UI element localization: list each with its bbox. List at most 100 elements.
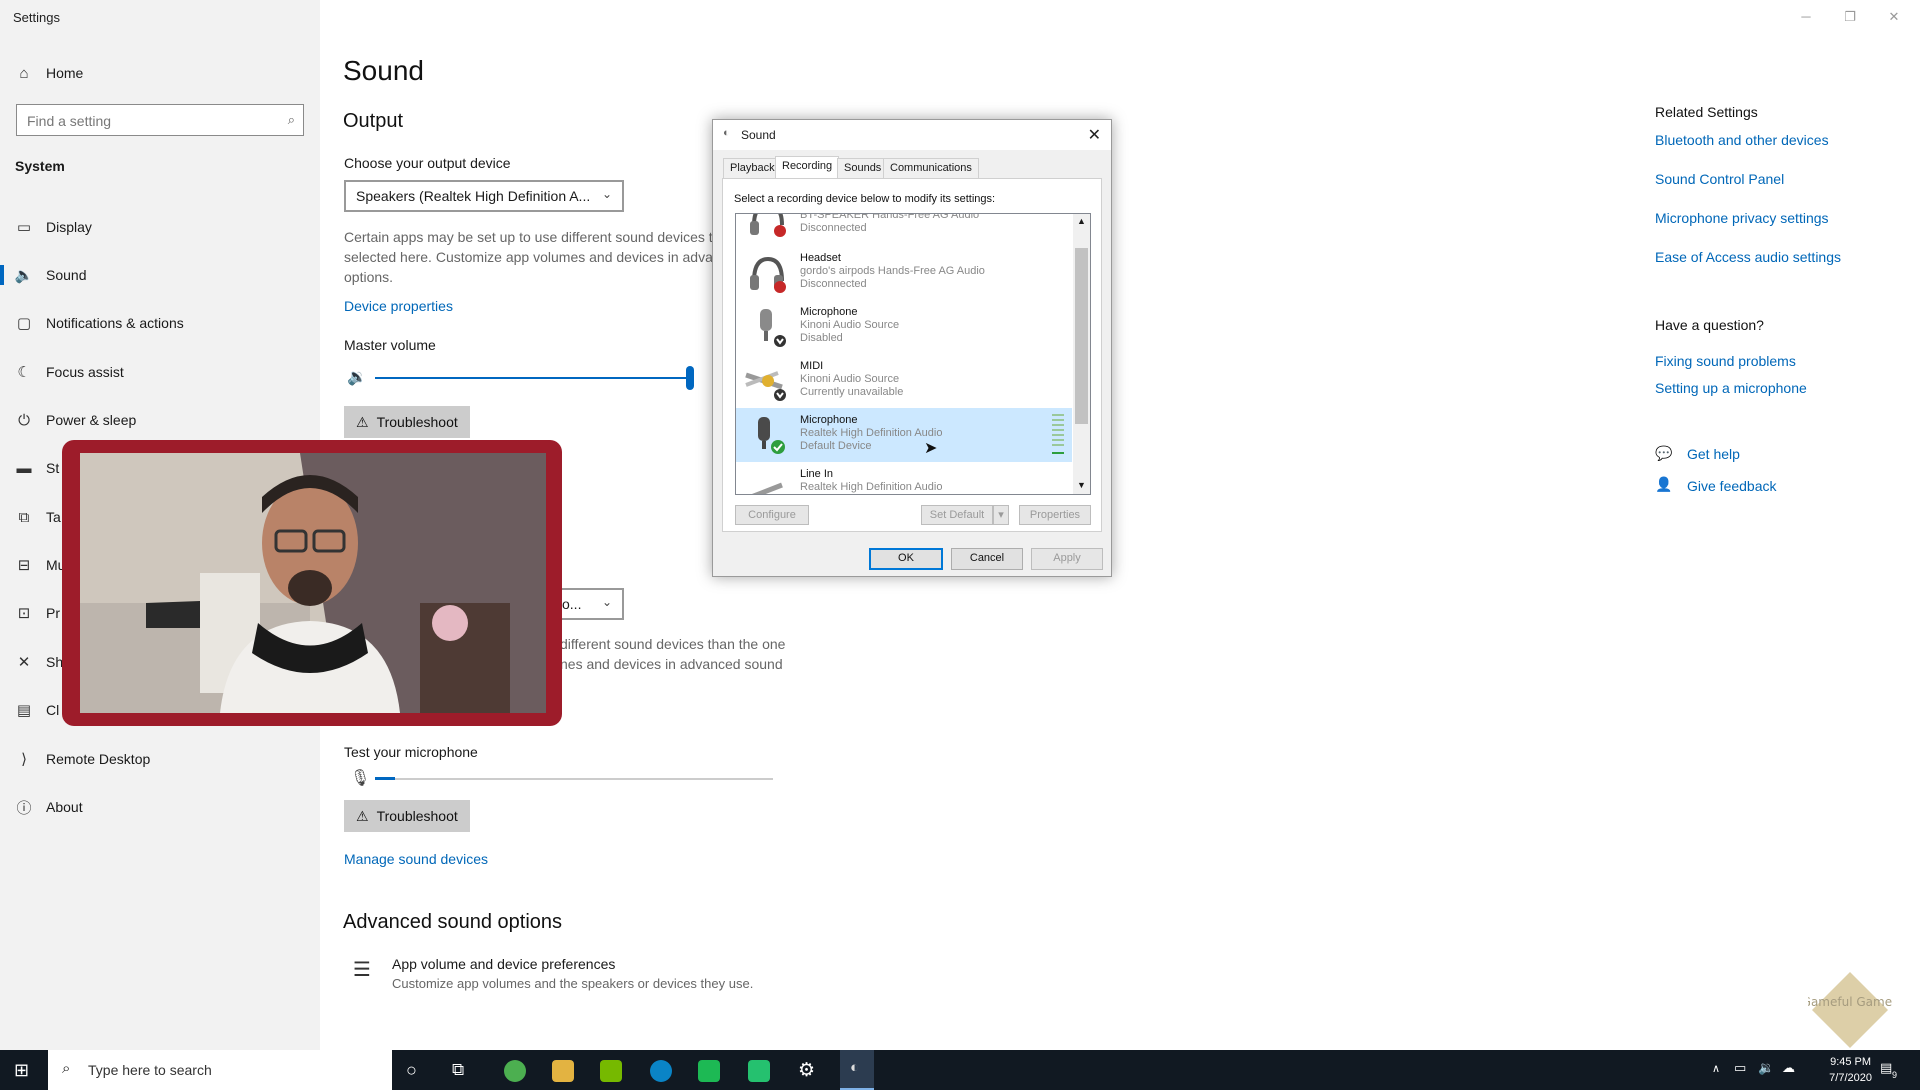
nav-focus-assist[interactable]: ☾ Focus assist: [0, 354, 320, 390]
app-title: Settings: [13, 10, 60, 25]
nav-about[interactable]: ⓘ About: [0, 789, 320, 825]
volume-tray-icon[interactable]: 🔉: [1758, 1060, 1774, 1076]
mic-level-fill: [375, 777, 395, 780]
input-troubleshoot-button[interactable]: ⚠ Troubleshoot: [344, 800, 470, 832]
sound-dialog: ◐ Sound ✕ Playback Recording Sounds Comm…: [712, 119, 1112, 577]
configure-button[interactable]: Configure: [735, 505, 809, 525]
nav-home[interactable]: ⌂ Home: [0, 55, 320, 91]
mic-level-track: [375, 778, 773, 780]
related-link-mic-privacy[interactable]: Microphone privacy settings: [1655, 210, 1829, 226]
sound-app-icon: ◐: [723, 127, 730, 139]
line-in-icon: [744, 469, 786, 494]
tab-communications[interactable]: Communications: [883, 158, 979, 178]
tray-chevron-icon[interactable]: ∧: [1712, 1062, 1720, 1075]
nav-label: Pr: [46, 605, 60, 621]
device-status: Disconnected: [800, 222, 867, 234]
advanced-sound-heading: Advanced sound options: [343, 911, 563, 933]
device-properties-link[interactable]: Device properties: [344, 298, 453, 314]
chrome-icon[interactable]: [504, 1060, 526, 1082]
edge-icon[interactable]: [650, 1060, 672, 1082]
active-app-slot[interactable]: ◐: [840, 1050, 874, 1090]
find-setting-input[interactable]: Find a setting ⌕: [16, 104, 304, 136]
home-icon: ⌂: [19, 64, 29, 82]
related-link-sound-control-panel[interactable]: Sound Control Panel: [1655, 171, 1784, 187]
nav-display[interactable]: ▭ Display: [0, 209, 320, 245]
onedrive-icon[interactable]: ☁: [1782, 1060, 1795, 1076]
nav-notifications[interactable]: ▢ Notifications & actions: [0, 305, 320, 341]
task-view-icon[interactable]: ⧉: [452, 1060, 464, 1080]
network-icon[interactable]: ▭: [1734, 1060, 1746, 1076]
cancel-button[interactable]: Cancel: [951, 548, 1023, 570]
device-row[interactable]: MIDI Kinoni Audio Source Currently unava…: [736, 354, 1072, 408]
ok-button[interactable]: OK: [869, 548, 943, 570]
device-row[interactable]: Headset gordo's airpods Hands-Free AG Au…: [736, 246, 1072, 300]
device-row[interactable]: Microphone Kinoni Audio Source Disabled: [736, 300, 1072, 354]
properties-button[interactable]: Properties: [1019, 505, 1091, 525]
search-icon: ⌕: [287, 112, 295, 127]
settings-gear-icon[interactable]: ⚙: [798, 1059, 815, 1082]
nav-power-sleep[interactable]: ⏻ Power & sleep: [0, 402, 320, 438]
give-feedback-link[interactable]: Give feedback: [1687, 478, 1777, 494]
related-link-bluetooth[interactable]: Bluetooth and other devices: [1655, 132, 1829, 148]
related-link-ease-of-access[interactable]: Ease of Access audio settings: [1655, 249, 1841, 265]
scroll-up-icon[interactable]: ▲: [1077, 216, 1086, 226]
device-name: Microphone: [800, 414, 858, 426]
windows-start-icon[interactable]: ⊞: [14, 1060, 29, 1081]
app-icon[interactable]: [698, 1060, 720, 1082]
search-placeholder: Find a setting: [27, 113, 112, 129]
watermark-logo: Gameful Games: [1802, 970, 1898, 1050]
device-row[interactable]: Line In Realtek High Definition Audio: [736, 462, 1072, 494]
nvidia-icon[interactable]: [600, 1060, 622, 1082]
notification-center-icon[interactable]: ▤: [1880, 1060, 1892, 1076]
cortana-icon[interactable]: ○: [406, 1060, 417, 1081]
taskbar-clock[interactable]: 9:45 PM 7/7/2020: [1829, 1054, 1872, 1086]
search-icon: ⌕: [62, 1060, 71, 1077]
nav-sound[interactable]: 🔈 Sound: [0, 257, 320, 293]
nav-remote-desktop[interactable]: ⟩ Remote Desktop: [0, 741, 320, 777]
tab-recording[interactable]: Recording: [775, 156, 840, 179]
manage-sound-devices-link[interactable]: Manage sound devices: [344, 851, 488, 867]
svg-text:Gameful Games: Gameful Games: [1808, 995, 1892, 1009]
get-help-link[interactable]: Get help: [1687, 446, 1740, 462]
section-system: System: [15, 158, 65, 174]
file-explorer-icon[interactable]: [552, 1060, 574, 1082]
output-device-dropdown[interactable]: Speakers (Realtek High Definition A... ⌄: [344, 180, 624, 212]
restore-button[interactable]: ❐: [1830, 6, 1870, 28]
apply-button[interactable]: Apply: [1031, 548, 1103, 570]
tab-sounds[interactable]: Sounds: [837, 158, 889, 178]
game-app-icon[interactable]: [748, 1060, 770, 1082]
device-list-scrollbar[interactable]: ▲ ▼: [1073, 214, 1090, 494]
set-default-dropdown[interactable]: ▾: [993, 505, 1009, 525]
output-desc-line2: selected here. Customize app volumes and…: [344, 249, 721, 265]
device-status: Disconnected: [800, 278, 867, 290]
multitasking-icon: ⊟: [17, 557, 31, 574]
input-device-value: o...: [562, 596, 582, 612]
scroll-thumb[interactable]: [1075, 248, 1088, 424]
device-list[interactable]: BT-SPEAKER Hands-Free AG Audio Disconnec…: [735, 213, 1091, 495]
app-volume-title[interactable]: App volume and device preferences: [392, 956, 615, 972]
close-button[interactable]: ✕: [1874, 6, 1914, 28]
nav-label: Notifications & actions: [46, 315, 184, 331]
recording-instruction: Select a recording device below to modif…: [734, 193, 996, 205]
set-default-button[interactable]: Set Default: [921, 505, 993, 525]
dialog-close-icon[interactable]: ✕: [1088, 125, 1101, 145]
fixing-sound-link[interactable]: Fixing sound problems: [1655, 353, 1796, 369]
nav-label: Display: [46, 219, 92, 235]
minimize-button[interactable]: ─: [1786, 6, 1826, 28]
output-troubleshoot-button[interactable]: ⚠ Troubleshoot: [344, 406, 470, 438]
dialog-title: Sound: [741, 128, 776, 142]
volume-slider[interactable]: [686, 366, 694, 390]
nav-label: About: [46, 799, 83, 815]
clock-time: 9:45 PM: [1830, 1056, 1872, 1068]
setting-up-mic-link[interactable]: Setting up a microphone: [1655, 380, 1807, 396]
nav-label: Sound: [46, 267, 87, 283]
microphone-icon: [744, 415, 786, 455]
device-row[interactable]: BT-SPEAKER Hands-Free AG Audio Disconnec…: [736, 214, 1072, 244]
scroll-down-icon[interactable]: ▼: [1077, 480, 1086, 490]
chevron-down-icon: ⌄: [601, 595, 612, 609]
taskbar-search-input[interactable]: ⌕ Type here to search: [48, 1050, 392, 1090]
speaker-icon: 🔈: [14, 267, 34, 284]
device-row-selected[interactable]: Microphone Realtek High Definition Audio…: [736, 408, 1072, 462]
output-desc-line3: options.: [344, 269, 394, 285]
tab-playback[interactable]: Playback: [723, 158, 782, 178]
